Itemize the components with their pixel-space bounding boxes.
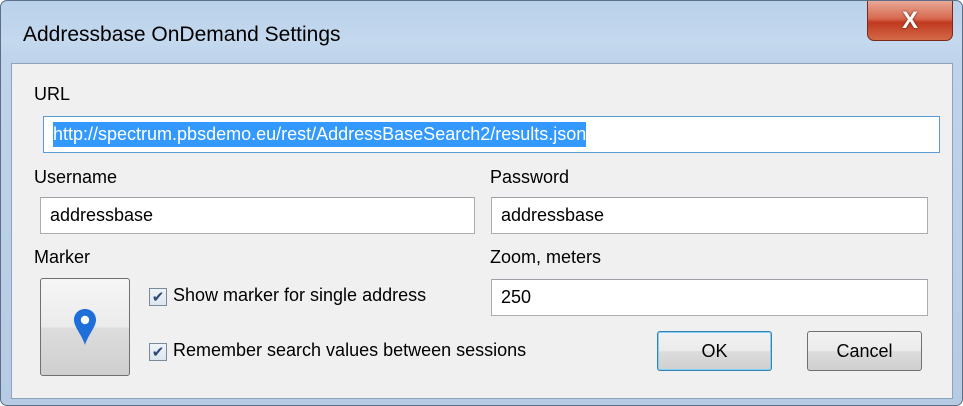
zoom-input[interactable]: 250 (491, 279, 928, 316)
checkmark-icon: ✔ (151, 343, 165, 361)
url-label: URL (34, 84, 71, 104)
cancel-button[interactable]: Cancel (807, 331, 922, 371)
show-marker-label[interactable]: Show marker for single address (173, 285, 426, 306)
window-title: Addressbase OnDemand Settings (23, 23, 341, 46)
close-button[interactable]: X (867, 1, 953, 41)
dialog-window: Addressbase OnDemand Settings X URL http… (0, 0, 963, 406)
username-label: Username (34, 167, 118, 187)
ok-button[interactable]: OK (657, 331, 772, 371)
close-icon: X (901, 6, 918, 34)
url-input[interactable]: http://spectrum.pbsdemo.eu/rest/AddressB… (43, 116, 940, 153)
marker-button[interactable] (40, 278, 130, 376)
marker-label: Marker (34, 247, 91, 267)
username-value: addressbase (50, 205, 154, 225)
zoom-value: 250 (501, 287, 532, 307)
username-input[interactable]: addressbase (40, 197, 475, 234)
password-label: Password (490, 167, 570, 187)
checkmark-icon: ✔ (151, 288, 165, 306)
cancel-button-label: Cancel (836, 340, 893, 361)
zoom-label: Zoom, meters (490, 247, 602, 267)
dialog-content: URL http://spectrum.pbsdemo.eu/rest/Addr… (11, 63, 953, 399)
password-input[interactable]: addressbase (491, 197, 928, 234)
map-pin-icon (74, 309, 96, 345)
password-value: addressbase (501, 205, 605, 225)
remember-values-checkbox[interactable]: ✔ (149, 343, 167, 361)
remember-values-label[interactable]: Remember search values between sessions (173, 340, 526, 361)
ok-button-label: OK (701, 340, 728, 361)
url-value: http://spectrum.pbsdemo.eu/rest/AddressB… (53, 122, 587, 147)
title-bar[interactable]: Addressbase OnDemand Settings X (1, 1, 962, 63)
show-marker-checkbox[interactable]: ✔ (149, 288, 167, 306)
